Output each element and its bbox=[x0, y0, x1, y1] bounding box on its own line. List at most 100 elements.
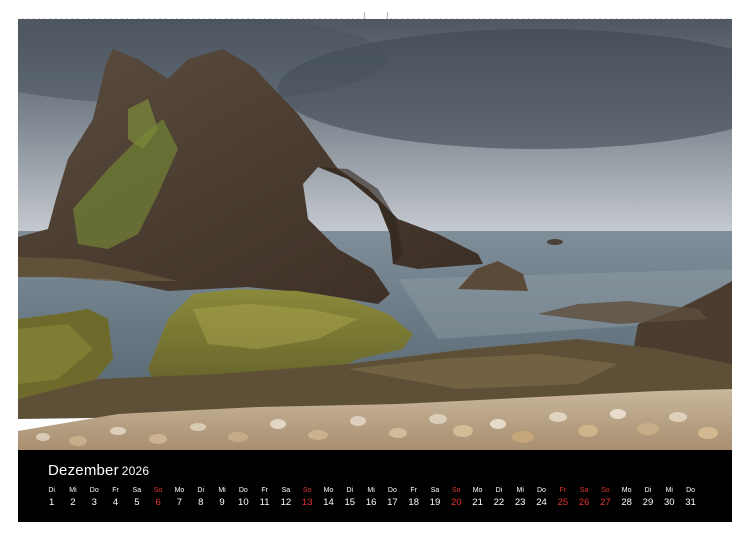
weekday-label: Di bbox=[495, 487, 503, 494]
day-cell: Sa 12 bbox=[275, 486, 296, 510]
weekday-label: Fr bbox=[112, 487, 119, 494]
day-number: 6 bbox=[155, 497, 161, 508]
day-cell: Do 3 bbox=[84, 486, 105, 510]
day-number: 16 bbox=[365, 497, 377, 508]
day-cell: Sa 26 bbox=[573, 486, 594, 510]
day-number: 12 bbox=[280, 497, 292, 508]
day-cell: So 13 bbox=[297, 486, 318, 510]
day-number: 9 bbox=[219, 497, 225, 508]
day-number: 1 bbox=[49, 497, 55, 508]
weekday-label: Sa bbox=[281, 487, 291, 494]
day-cell: Sa 5 bbox=[126, 486, 147, 510]
day-number: 29 bbox=[642, 497, 654, 508]
day-number: 25 bbox=[557, 497, 569, 508]
day-number: 15 bbox=[344, 497, 356, 508]
weekday-label: Di bbox=[48, 487, 55, 494]
day-number: 19 bbox=[429, 497, 441, 508]
weekday-label: Di bbox=[346, 487, 354, 494]
weekday-label: Sa bbox=[132, 487, 142, 494]
day-number: 18 bbox=[408, 497, 419, 508]
day-number: 8 bbox=[198, 497, 204, 508]
day-cell: Mi 30 bbox=[659, 486, 680, 510]
day-number: 26 bbox=[578, 497, 590, 508]
day-cell: Do 10 bbox=[233, 486, 254, 510]
month-title: Dezember 2026 bbox=[48, 462, 149, 479]
day-cell: Mi 9 bbox=[211, 486, 232, 510]
weekday-label: Do bbox=[89, 487, 99, 494]
weekday-label: Mi bbox=[516, 487, 524, 494]
day-number: 27 bbox=[600, 497, 611, 508]
day-cell: Sa 19 bbox=[424, 486, 445, 510]
weekday-label: Di bbox=[197, 487, 205, 494]
day-number: 20 bbox=[451, 497, 462, 508]
weekday-label: So bbox=[153, 487, 163, 494]
weekday-label: Mi bbox=[218, 487, 226, 494]
day-number: 21 bbox=[472, 497, 483, 508]
day-cell: Mi 23 bbox=[510, 486, 531, 510]
day-cell: Mo 14 bbox=[318, 486, 339, 510]
day-number: 17 bbox=[387, 497, 398, 508]
day-number: 13 bbox=[301, 497, 313, 508]
weekday-label: Fr bbox=[261, 487, 268, 494]
weekday-label: Do bbox=[686, 487, 696, 494]
day-cell: Di 8 bbox=[190, 486, 211, 510]
weekday-label: Do bbox=[537, 487, 546, 494]
weekday-label: Mo bbox=[621, 487, 632, 494]
weekday-label: Mo bbox=[323, 487, 334, 494]
day-cell: Di 29 bbox=[637, 486, 658, 510]
day-number: 22 bbox=[493, 497, 505, 508]
weekday-label: Sa bbox=[430, 487, 440, 494]
day-cell: Do 31 bbox=[680, 486, 701, 510]
weekday-label: So bbox=[601, 487, 610, 494]
weekday-label: Sa bbox=[579, 487, 589, 494]
weekday-label: Fr bbox=[559, 487, 567, 494]
weekday-label: Do bbox=[238, 487, 248, 494]
day-cell: Do 17 bbox=[382, 486, 403, 510]
day-cell: So 27 bbox=[595, 486, 616, 510]
day-cell: Mi 2 bbox=[62, 486, 83, 510]
day-cell: Fr 25 bbox=[552, 486, 573, 510]
day-cell: Fr 18 bbox=[403, 486, 424, 510]
weekday-label: Di bbox=[644, 487, 652, 494]
day-cell: So 6 bbox=[147, 486, 168, 510]
weekday-label: Do bbox=[387, 487, 397, 494]
day-cell: Di 1 bbox=[41, 486, 62, 510]
weekday-label: So bbox=[452, 487, 461, 494]
day-number: 23 bbox=[514, 497, 526, 508]
calendar-strip: Dezember 2026 Di 1 Mi 2 Do 3 Fr 4 Sa 5 So 6 Mo 7 Di 8 Mi 9… bbox=[18, 450, 732, 522]
day-number: 30 bbox=[663, 497, 675, 508]
weekday-label: So bbox=[302, 487, 312, 494]
day-cell: Mo 21 bbox=[467, 486, 488, 510]
day-number: 28 bbox=[621, 497, 632, 508]
sea-arch-illustration bbox=[18, 19, 732, 450]
weekday-label: Mi bbox=[367, 487, 375, 494]
day-number: 7 bbox=[176, 497, 183, 508]
day-number: 2 bbox=[70, 497, 76, 508]
day-cell: So 20 bbox=[446, 486, 467, 510]
month-name: Dezember bbox=[48, 462, 119, 479]
landscape-photo bbox=[18, 19, 732, 450]
day-cell: Fr 11 bbox=[254, 486, 275, 510]
day-number: 31 bbox=[685, 497, 696, 508]
day-number: 24 bbox=[536, 497, 547, 508]
day-number: 3 bbox=[91, 497, 97, 508]
day-cell: Mo 28 bbox=[616, 486, 637, 510]
weekday-label: Mi bbox=[665, 487, 673, 494]
day-number: 14 bbox=[323, 497, 334, 508]
day-number: 10 bbox=[238, 497, 249, 508]
day-cell: Mi 16 bbox=[360, 486, 381, 510]
day-cell: Fr 4 bbox=[105, 486, 126, 510]
weekday-label: Mo bbox=[472, 487, 483, 494]
weekday-label: Fr bbox=[410, 487, 417, 494]
day-cell: Di 15 bbox=[339, 486, 360, 510]
weekday-label: Mo bbox=[174, 487, 185, 494]
weekday-label: Mi bbox=[69, 487, 77, 494]
year: 2026 bbox=[121, 464, 150, 478]
day-row: Di 1 Mi 2 Do 3 Fr 4 Sa 5 So 6 Mo 7 Di 8 Mi 9 Do 10 Fr 11 Sa 12 S… bbox=[41, 486, 701, 510]
day-number: 11 bbox=[259, 497, 270, 508]
day-cell: Do 24 bbox=[531, 486, 552, 510]
day-cell: Mo 7 bbox=[169, 486, 190, 510]
day-number: 4 bbox=[112, 497, 119, 508]
day-cell: Di 22 bbox=[488, 486, 509, 510]
day-number: 5 bbox=[134, 497, 140, 508]
